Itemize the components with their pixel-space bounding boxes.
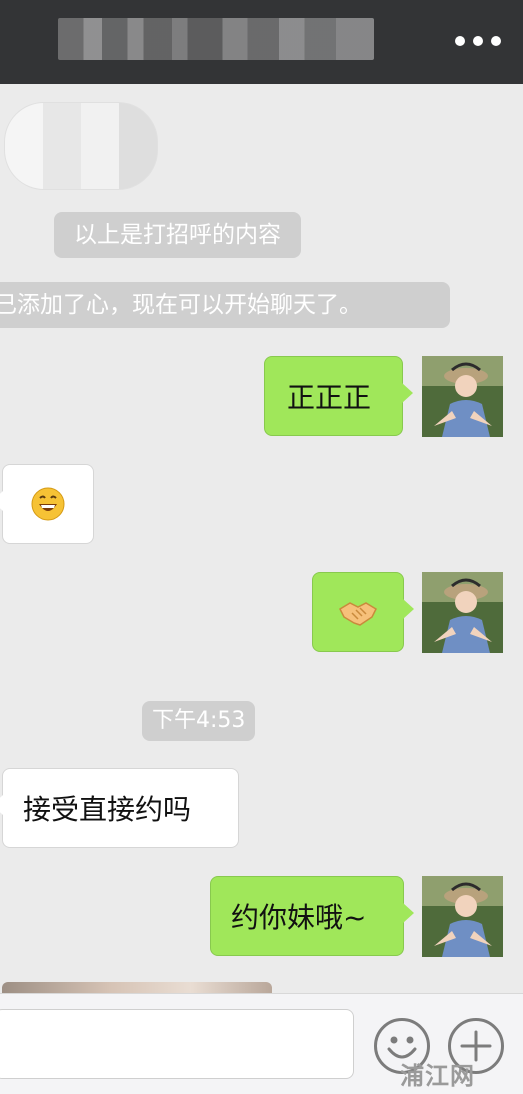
chat-message-list[interactable]: 以上是打招呼的内容 已添加了心，现在可以开始聊天了。 正正正 下午4:53 接受… bbox=[0, 84, 523, 993]
avatar[interactable] bbox=[422, 356, 503, 437]
avatar[interactable] bbox=[422, 572, 503, 653]
avatar-photo bbox=[422, 356, 503, 437]
incoming-message-bubble[interactable]: 接受直接约吗 bbox=[0, 768, 239, 848]
timestamp: 下午4:53 bbox=[142, 701, 256, 741]
handshake-icon bbox=[339, 602, 377, 626]
chat-header bbox=[0, 0, 523, 84]
grinning-face-icon bbox=[31, 487, 65, 521]
dot bbox=[491, 36, 501, 46]
message-input[interactable] bbox=[0, 1009, 354, 1079]
more-dots-icon[interactable] bbox=[455, 30, 501, 52]
avatar-photo bbox=[422, 876, 503, 957]
outgoing-message-bubble[interactable] bbox=[312, 572, 414, 652]
message-text: 接受直接约吗 bbox=[23, 793, 192, 826]
input-bar: 浦江网 bbox=[0, 993, 523, 1094]
message-text: 约你妹哦~ bbox=[231, 901, 367, 934]
site-watermark: 浦江网 bbox=[400, 1062, 475, 1090]
chat-title-pixelated bbox=[58, 18, 374, 60]
dot bbox=[473, 36, 483, 46]
dot bbox=[455, 36, 465, 46]
system-message-added-friend: 已添加了心，现在可以开始聊天了。 bbox=[0, 282, 450, 328]
pixelated-greeting-message bbox=[4, 102, 158, 190]
incoming-message-bubble[interactable] bbox=[0, 464, 94, 544]
image-message-partial[interactable] bbox=[2, 982, 272, 993]
outgoing-message-bubble[interactable]: 正正正 bbox=[264, 356, 413, 436]
system-message-greeting: 以上是打招呼的内容 bbox=[54, 212, 301, 258]
message-text: 正正正 bbox=[287, 381, 372, 414]
outgoing-message-bubble[interactable]: 约你妹哦~ bbox=[210, 876, 414, 956]
avatar[interactable] bbox=[422, 876, 503, 957]
avatar-photo bbox=[422, 572, 503, 653]
